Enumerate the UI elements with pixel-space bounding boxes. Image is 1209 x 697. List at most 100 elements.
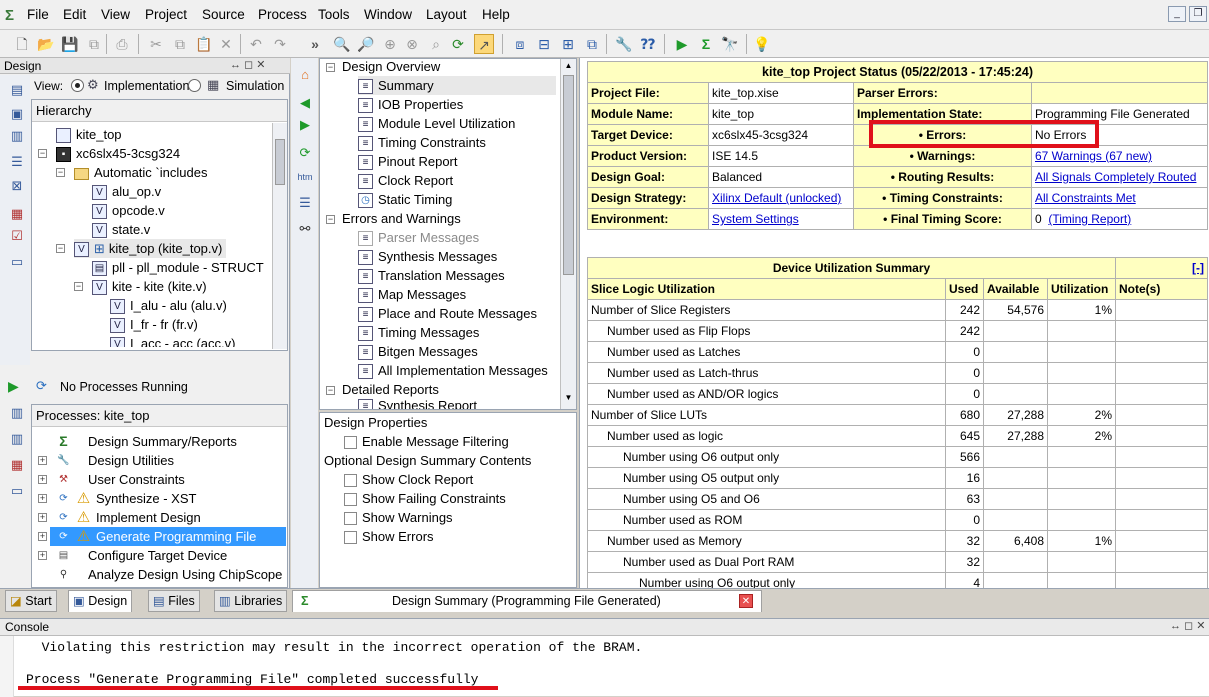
home-icon[interactable]: ⌂ [296, 66, 314, 84]
process-side-icon-4[interactable]: ▭ [8, 482, 26, 500]
show-errors-option[interactable]: Show Errors [344, 527, 434, 546]
cut-icon[interactable]: ✂ [146, 34, 166, 54]
tree-item-kite[interactable]: Vkite - kite (kite.v) [92, 277, 207, 296]
nav-clock-report[interactable]: ≡ Clock Report [358, 171, 453, 190]
nav-summary[interactable]: ≡ Summary [358, 76, 556, 95]
tab-libraries[interactable]: ▥ Libraries [214, 590, 288, 612]
menu-view[interactable]: View [101, 7, 130, 22]
zoom-in-icon[interactable]: 🔍 [332, 34, 352, 54]
menu-file[interactable]: File [27, 7, 49, 22]
scrollbar-thumb[interactable] [275, 139, 285, 185]
float-panel-icon[interactable]: ▭ [8, 253, 26, 271]
scroll-up-icon[interactable]: ▲ [563, 61, 574, 73]
tree-item-alu-op[interactable]: Valu_op.v [92, 182, 161, 201]
tab-design-summary[interactable]: Σ Design Summary (Programming File Gener… [292, 590, 762, 612]
collapse-icon[interactable]: − [74, 282, 83, 291]
tab-design[interactable]: ▣ Design [68, 590, 133, 612]
zoom-select-icon[interactable]: ⌕ [426, 34, 446, 54]
scrollbar-thumb[interactable] [563, 75, 574, 275]
nav-pinout-report[interactable]: ≡ Pinout Report [358, 152, 458, 171]
delete-icon[interactable]: ✕ [216, 34, 236, 54]
process-chipscope[interactable]: ⚲ Analyze Design Using ChipScope [56, 565, 283, 584]
cascade-icon[interactable]: ⧈ [510, 34, 530, 54]
settings-wrench-icon[interactable]: 🔧 [614, 34, 634, 54]
nav-synthesis-report[interactable]: ≡ Synthesis Report [358, 399, 477, 409]
expand-icon[interactable]: + [38, 513, 47, 522]
implementation-label[interactable]: Implementation [104, 79, 189, 93]
tab-start[interactable]: ◪ Start [5, 590, 57, 612]
paste-icon[interactable]: 📋 [194, 34, 214, 54]
tree-item-opcode[interactable]: Vopcode.v [92, 201, 165, 220]
close-tab-icon[interactable]: ✕ [739, 594, 753, 608]
checkbox-icon[interactable] [344, 436, 357, 450]
nav-timing-messages[interactable]: ≡ Timing Messages [358, 323, 479, 342]
nav-timing-constraints[interactable]: ≡ Timing Constraints [358, 133, 486, 152]
checkbox-icon[interactable] [344, 512, 357, 526]
tip-bulb-icon[interactable]: 💡 [752, 34, 772, 54]
expand-icon[interactable]: + [38, 494, 47, 503]
chipscope-icon[interactable]: 🔭 [720, 34, 740, 54]
minimize-button[interactable]: _ [1168, 6, 1186, 22]
tree-item-fr[interactable]: V I_fr - fr (fr.v) [110, 315, 198, 334]
tree-item-pll[interactable]: ▤ pll - pll_module - STRUCT [92, 258, 264, 277]
menu-project[interactable]: Project [145, 7, 187, 22]
html-icon[interactable]: htm [296, 168, 314, 186]
console-panel-controls-icon[interactable]: ↔ ◻ ✕ [1170, 619, 1205, 632]
tree-item-kite-top-module[interactable]: V ⊞ kite_top (kite_top.v) [74, 239, 227, 258]
nav-par-messages[interactable]: ≡ Place and Route Messages [358, 304, 537, 323]
tree-item-state[interactable]: Vstate.v [92, 220, 150, 239]
checkbox-icon[interactable] [344, 493, 357, 507]
hierarchy-scrollbar[interactable] [272, 123, 287, 349]
collapse-icon[interactable]: − [38, 149, 47, 158]
expand-icon[interactable]: + [38, 532, 47, 541]
collapse-icon[interactable]: − [326, 215, 335, 224]
collapse-icon[interactable]: − [326, 386, 335, 395]
process-implement[interactable]: ⟳ ⚠ Implement Design [56, 508, 200, 527]
menu-tools[interactable]: Tools [318, 7, 350, 22]
expand-icon[interactable]: + [38, 551, 47, 560]
nav-bitgen-messages[interactable]: ≡ Bitgen Messages [358, 342, 478, 361]
checkbox-icon[interactable] [344, 474, 357, 488]
find-binoculars-icon[interactable]: ⚯ [296, 220, 314, 238]
run-process-icon[interactable]: ▶ [8, 378, 19, 395]
expand-icon[interactable]: + [38, 475, 47, 484]
tree-item-alu[interactable]: V I_alu - alu (alu.v) [110, 296, 227, 315]
collapse-icon[interactable]: − [56, 168, 65, 177]
zoom-full-icon[interactable]: ⊗ [402, 34, 422, 54]
menu-process[interactable]: Process [258, 7, 307, 22]
nav-static-timing[interactable]: ◷ Static Timing [358, 190, 452, 209]
forward-icon[interactable]: ▶ [296, 116, 314, 134]
nav-iob-properties[interactable]: ≡ IOB Properties [358, 95, 463, 114]
nav-parser-messages[interactable]: ≡ Parser Messages [358, 228, 479, 247]
warnings-link[interactable]: 67 Warnings (67 new) [1035, 149, 1152, 163]
design-strategy-link[interactable]: Xilinx Default (unlocked) [712, 191, 841, 205]
copy-icon[interactable]: ⧉ [170, 34, 190, 54]
timing-report-link[interactable]: (Timing Report) [1048, 212, 1131, 226]
show-failing-constraints-option[interactable]: Show Failing Constraints [344, 489, 506, 508]
back-icon[interactable]: ◀ [296, 94, 314, 112]
process-user-constraints[interactable]: ⚒ User Constraints [56, 470, 185, 489]
reload-icon[interactable]: ⟳ [296, 144, 314, 162]
remove-source-icon[interactable]: ⊠ [8, 177, 26, 195]
tree-item-includes[interactable]: Automatic `includes [74, 163, 207, 182]
tab-files[interactable]: ▤ Files [148, 590, 200, 612]
zoom-fit-icon[interactable]: ⊕ [380, 34, 400, 54]
process-generate-programming-file[interactable]: ⟳ ⚠ Generate Programming File [50, 527, 286, 546]
run-icon[interactable]: ▶ [672, 34, 692, 54]
scroll-down-icon[interactable]: ▼ [563, 393, 574, 405]
nav-all-implementation-messages[interactable]: ≡ All Implementation Messages [358, 361, 553, 380]
routing-results-link[interactable]: All Signals Completely Routed [1035, 170, 1196, 184]
pointer-tool-icon[interactable]: ↗ [474, 34, 494, 54]
menu-source[interactable]: Source [202, 7, 245, 22]
nav-translation-messages[interactable]: ≡ Translation Messages [358, 266, 505, 285]
nav-scrollbar[interactable]: ▲ ▼ [560, 59, 576, 409]
menu-edit[interactable]: Edit [63, 7, 86, 22]
expand-icon[interactable]: + [38, 456, 47, 465]
menu-window[interactable]: Window [364, 7, 412, 22]
collapse-icon[interactable]: − [56, 244, 65, 253]
collapse-utilization-link[interactable]: [-] [1192, 261, 1204, 275]
process-side-icon-3[interactable]: ▦ [8, 456, 26, 474]
process-side-icon-1[interactable]: ▥ [8, 404, 26, 422]
tile-vertical-icon[interactable]: ⊞ [558, 34, 578, 54]
nav-module-utilization[interactable]: ≡ Module Level Utilization [358, 114, 515, 133]
